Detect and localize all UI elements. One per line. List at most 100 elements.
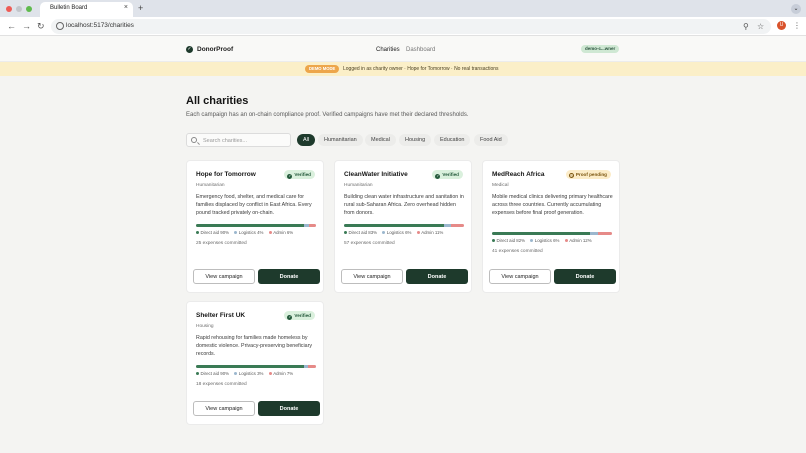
card-category: Housing (196, 324, 214, 329)
browser-toolbar: ← → ↻ localhost:5173/charities ⚲ ☆ U ⋮ (0, 17, 806, 36)
legend-direct: Direct aid 83% (348, 230, 378, 235)
donate-button[interactable]: Donate (258, 269, 320, 284)
legend-direct: Direct aid 90% (200, 230, 230, 235)
user-pill[interactable]: demo-c...wner (581, 45, 620, 53)
legend-logistics: Logistics 6% (534, 238, 560, 243)
bookmark-star-icon[interactable]: ☆ (757, 22, 764, 31)
clock-icon: ◷ (568, 172, 574, 178)
back-arrow-icon[interactable]: ← (7, 21, 16, 31)
allocation-legend: Direct aid 90% Logistics 4% Admin 6% (196, 230, 297, 235)
browser-menu-icon[interactable]: ⋮ (793, 21, 801, 30)
demo-mode-badge: DEMO MODE (305, 65, 340, 73)
status-label: Verified (442, 172, 459, 177)
card-description: Mobile medical clinics delivering primar… (492, 194, 613, 216)
status-label: Verified (294, 313, 311, 318)
nav-charities[interactable]: Charities (376, 47, 400, 53)
view-campaign-button[interactable]: View campaign (341, 269, 403, 284)
search-icon (191, 137, 197, 143)
search-box[interactable] (186, 133, 291, 147)
site-info-icon[interactable] (56, 22, 64, 30)
expenses-count: 18 expenses committed (196, 382, 247, 387)
window-minimize-control[interactable] (16, 6, 22, 12)
logistics-segment (443, 224, 451, 227)
donate-button[interactable]: Donate (554, 269, 616, 284)
donate-button[interactable]: Donate (406, 269, 468, 284)
legend-logistics: Logistics 4% (238, 230, 264, 235)
direct-aid-dot-icon (344, 230, 347, 234)
search-input[interactable] (203, 136, 288, 145)
demo-banner: DEMO MODE Logged in as charity owner · H… (0, 62, 806, 76)
tab-close-icon[interactable]: × (124, 4, 128, 12)
browser-tab[interactable]: Bulletin Board × (40, 2, 133, 17)
filter-chip-medical[interactable]: Medical (365, 134, 396, 146)
direct-aid-segment (344, 224, 444, 227)
card-category: Humanitarian (196, 183, 225, 188)
card-title[interactable]: Hope for Tomorrow (196, 171, 256, 178)
admin-dot-icon (268, 371, 272, 375)
legend-logistics: Logistics 6% (386, 230, 412, 235)
brand-name[interactable]: DonorProof (197, 46, 233, 53)
zoom-icon[interactable]: ⚲ (743, 22, 749, 31)
allocation-legend: Direct aid 90% Logistics 3% Admin 7% (196, 371, 297, 376)
direct-aid-dot-icon (196, 371, 199, 375)
card-category: Humanitarian (344, 183, 373, 188)
expenses-count: 25 expenses committed (196, 241, 247, 246)
url-text[interactable]: localhost:5173/charities (66, 22, 134, 29)
card-title[interactable]: MedReach Africa (492, 171, 545, 178)
filter-chip-housing[interactable]: Housing (399, 134, 432, 146)
verified-check-icon: ✓ (435, 173, 441, 179)
nav-dashboard[interactable]: Dashboard (406, 47, 435, 53)
window-close-control[interactable] (6, 6, 12, 12)
direct-aid-segment (492, 232, 591, 235)
legend-direct: Direct aid 90% (200, 371, 230, 376)
card-title[interactable]: CleanWater Initiative (344, 171, 408, 178)
charity-card: Hope for Tomorrow ✓ Verified Humanitarian… (186, 160, 324, 293)
view-campaign-button[interactable]: View campaign (193, 401, 255, 416)
admin-segment (307, 365, 316, 368)
status-badge: ✓ Verified (432, 170, 463, 179)
direct-aid-segment (196, 365, 304, 368)
tab-search-chevron-icon[interactable]: ⌄ (791, 4, 801, 14)
status-badge: ✓ Verified (284, 170, 315, 179)
allocation-bar (196, 224, 316, 227)
charity-card: CleanWater Initiative ✓ Verified Humanita… (334, 160, 472, 293)
reload-icon[interactable]: ↻ (37, 21, 45, 31)
allocation-legend: Direct aid 83% Logistics 6% Admin 11% (344, 230, 447, 235)
filter-chip-education[interactable]: Education (434, 134, 471, 146)
legend-logistics: Logistics 3% (238, 371, 264, 376)
donate-button[interactable]: Donate (258, 401, 320, 416)
window-maximize-control[interactable] (26, 6, 32, 12)
filter-chip-food-aid[interactable]: Food Aid (474, 134, 508, 146)
view-campaign-button[interactable]: View campaign (489, 269, 551, 284)
app-header: ✓ DonorProof Charities Dashboard demo-c.… (0, 36, 806, 62)
status-label: Verified (294, 172, 311, 177)
allocation-bar (196, 365, 316, 368)
address-bar[interactable]: localhost:5173/charities ⚲ ☆ (51, 19, 771, 34)
expenses-count: 57 expenses committed (344, 241, 395, 246)
profile-avatar[interactable]: U (777, 21, 786, 30)
admin-segment (308, 224, 316, 227)
verified-check-icon: ✓ (287, 173, 293, 179)
view-campaign-button[interactable]: View campaign (193, 269, 255, 284)
forward-arrow-icon[interactable]: → (22, 21, 31, 31)
card-category: Medical (492, 183, 509, 188)
admin-dot-icon (268, 230, 272, 234)
admin-segment (450, 224, 464, 227)
filter-chip-all[interactable]: All (297, 134, 316, 146)
status-badge: ✓ Verified (284, 311, 315, 320)
logistics-dot-icon (234, 230, 238, 234)
allocation-bar (492, 232, 612, 235)
page-title: All charities (186, 95, 249, 107)
new-tab-button[interactable]: + (138, 3, 143, 13)
direct-aid-dot-icon (196, 230, 199, 234)
card-description: Emergency food, shelter, and medical car… (196, 194, 312, 216)
page-subtitle: Each campaign has an on-chain compliance… (186, 112, 469, 118)
card-title[interactable]: Shelter First UK (196, 312, 245, 319)
logistics-segment (590, 232, 598, 235)
charity-card: Shelter First UK ✓ Verified Housing Rapid… (186, 301, 324, 425)
admin-dot-icon (416, 230, 420, 234)
status-badge: ◷ Proof pending (565, 170, 611, 179)
legend-admin: Admin 6% (273, 230, 294, 235)
filter-chip-humanitarian[interactable]: Humanitarian (318, 134, 363, 146)
allocation-bar (344, 224, 464, 227)
